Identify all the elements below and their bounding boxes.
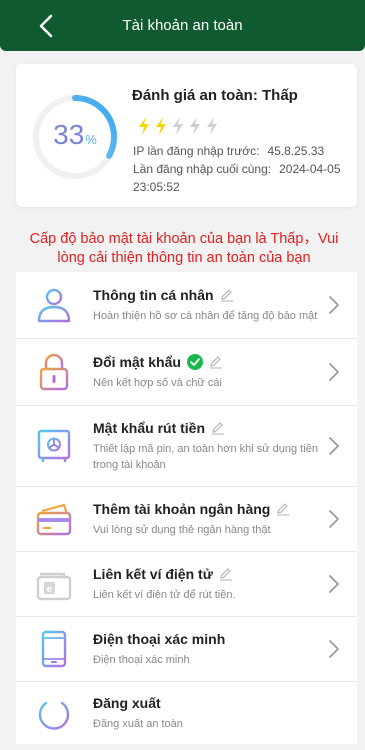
menu-item-description: Đăng xuất an toàn	[93, 717, 183, 730]
menu-item-text: Mật khẩu rút tiền Thiết lập mã pin, an t…	[93, 420, 321, 473]
last-login-date: 2024-04-05	[279, 162, 341, 176]
phone-icon	[41, 630, 67, 668]
menu-item-description: Hoàn thiện hồ sơ cá nhân để tăng độ bảo …	[93, 309, 318, 322]
menu-item-label: Thêm tài khoản ngân hàng	[93, 500, 271, 517]
menu-item-text: Điện thoại xác minh Điện thoại xác minh	[93, 631, 321, 668]
menu-item-link-e-wallet[interactable]: e Liên kết ví điện tử Liên kết ví điện t…	[16, 552, 357, 617]
menu-item-description: Vui lòng sử dụng thẻ ngân hàng thật	[93, 523, 271, 536]
edit-pencil-icon	[212, 421, 225, 435]
last-ip-value: 45.8.25.33	[267, 144, 325, 158]
lightning-bolt-empty-icon	[207, 117, 217, 135]
menu-item-description: Thiết lập mã pin, an toàn hơn khi sử dụn…	[93, 442, 318, 471]
menu-item-logout[interactable]: Đăng xuất Đăng xuất an toàn	[16, 682, 357, 744]
verified-check-icon	[186, 353, 203, 370]
menu-item-label-row: Mật khẩu rút tiền	[93, 420, 321, 436]
chevron-right-icon	[329, 296, 339, 314]
menu-item-personal-info[interactable]: Thông tin cá nhân Hoàn thiện hồ sơ cá nh…	[16, 272, 357, 339]
power-icon	[38, 695, 70, 730]
menu-item-label-row: Thêm tài khoản ngân hàng	[93, 501, 321, 517]
menu-item-label: Mật khẩu rút tiền	[93, 419, 206, 436]
last-login-line: Lần đăng nhập cuối cùng: 2024-04-05	[133, 162, 341, 176]
menu-item-add-bank-account[interactable]: Thêm tài khoản ngân hàng Vui lòng sử dụn…	[16, 487, 357, 552]
menu-item-label: Liên kết ví điện tử	[93, 565, 213, 582]
header-bar: Tài khoản an toàn	[0, 0, 365, 51]
security-menu: Thông tin cá nhân Hoàn thiện hồ sơ cá nh…	[16, 272, 357, 744]
security-warning: Cấp độ bảo mật tài khoản của bạn là Thấp…	[29, 231, 339, 266]
safe-icon	[37, 429, 71, 462]
menu-item-label-row: Điện thoại xác minh	[93, 631, 321, 647]
menu-item-label-row: Đổi mật khẩu	[93, 353, 321, 370]
menu-item-withdrawal-password[interactable]: Mật khẩu rút tiền Thiết lập mã pin, an t…	[16, 406, 357, 487]
last-login-label: Lần đăng nhập cuối cùng:	[133, 162, 272, 176]
score-unit: %	[85, 132, 97, 147]
last-ip-line: IP lần đăng nhập trước: 45.8.25.33	[133, 144, 324, 158]
page-title: Tài khoản an toàn	[122, 17, 243, 34]
menu-item-text: Thông tin cá nhân Hoàn thiện hồ sơ cá nh…	[93, 287, 321, 324]
menu-item-description: Nên kết hợp số và chữ cái	[93, 376, 222, 389]
lightning-bolt-empty-icon	[173, 117, 183, 135]
menu-item-label: Thông tin cá nhân	[93, 286, 214, 303]
e-wallet-icon: e	[36, 572, 72, 601]
lock-icon	[39, 353, 69, 391]
menu-item-label: Đăng xuất	[93, 694, 161, 711]
user-icon	[37, 288, 71, 323]
menu-item-description: Liên kết ví điện tử để rút tiền.	[93, 588, 236, 601]
security-level-bolts	[137, 117, 219, 135]
menu-item-label: Điện thoại xác minh	[93, 630, 226, 647]
menu-item-description: Điện thoại xác minh	[93, 653, 190, 666]
security-score: 33%	[32, 118, 118, 157]
chevron-right-icon	[329, 437, 339, 455]
menu-item-text: Thêm tài khoản ngân hàng Vui lòng sử dụn…	[93, 501, 321, 538]
edit-pencil-icon	[219, 567, 232, 581]
edit-pencil-icon	[209, 355, 222, 369]
edit-pencil-icon	[220, 288, 233, 302]
edit-pencil-icon	[277, 502, 290, 516]
menu-item-label: Đổi mật khẩu	[93, 353, 181, 370]
lightning-bolt-empty-icon	[190, 117, 200, 135]
menu-item-label-row: Đăng xuất	[93, 695, 321, 711]
chevron-right-icon	[329, 640, 339, 658]
safety-summary-card: 33% Đánh giá an toàn: Thấp IP lần đăng n…	[16, 64, 357, 207]
menu-item-text: Đổi mật khẩu Nên kết hợp số và chữ cái	[93, 353, 321, 391]
chevron-right-icon	[329, 575, 339, 593]
last-login-time: 23:05:52	[133, 180, 180, 194]
bank-card-icon	[36, 503, 72, 536]
menu-item-label-row: Liên kết ví điện tử	[93, 566, 321, 582]
menu-item-label-row: Thông tin cá nhân	[93, 287, 321, 303]
chevron-right-icon	[329, 363, 339, 381]
lightning-bolt-filled-icon	[139, 117, 149, 135]
menu-item-change-password[interactable]: Đổi mật khẩu Nên kết hợp số và chữ cái	[16, 339, 357, 406]
svg-text:e: e	[47, 584, 53, 595]
score-value: 33	[53, 119, 85, 150]
menu-item-verify-phone[interactable]: Điện thoại xác minh Điện thoại xác minh	[16, 617, 357, 682]
safety-rating: Đánh giá an toàn: Thấp	[132, 87, 298, 104]
menu-item-text: Đăng xuất Đăng xuất an toàn	[93, 695, 321, 732]
menu-item-text: Liên kết ví điện tử Liên kết ví điện tử …	[93, 566, 321, 603]
last-ip-label: IP lần đăng nhập trước:	[133, 144, 260, 158]
lightning-bolt-filled-icon	[156, 117, 166, 135]
chevron-right-icon	[329, 510, 339, 528]
